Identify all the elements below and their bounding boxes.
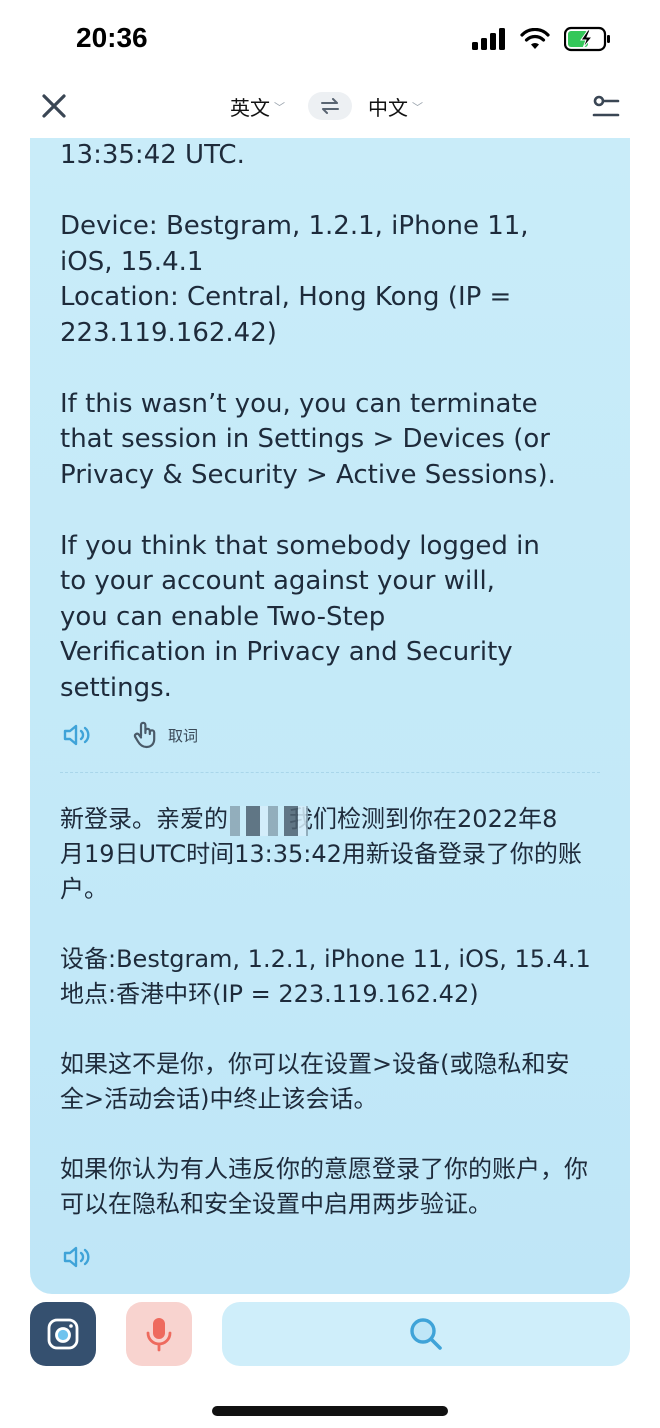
swap-icon	[321, 98, 339, 114]
settings-icon	[592, 95, 620, 117]
divider	[60, 772, 600, 773]
chevron-down-icon: ﹀	[412, 100, 423, 114]
camera-icon	[47, 1318, 79, 1350]
speaker-icon	[63, 1246, 90, 1268]
camera-button[interactable]	[30, 1302, 96, 1366]
settings-button[interactable]	[592, 92, 620, 120]
translation-card: 13:35:42 UTC. Device: Bestgram, 1.2.1, i…	[30, 138, 630, 1294]
home-indicator	[212, 1406, 448, 1416]
wifi-icon	[520, 28, 550, 49]
close-icon	[42, 94, 66, 118]
play-source-button[interactable]	[62, 722, 92, 748]
source-language-select[interactable]: 英文 ﹀	[230, 92, 285, 121]
source-actions: 取词	[62, 720, 198, 750]
swap-language-button[interactable]	[308, 92, 352, 120]
status-time: 20:36	[76, 22, 148, 53]
battery-charging-icon	[564, 26, 610, 52]
redacted-name-mosaic	[230, 806, 308, 836]
source-text: 13:35:42 UTC. Device: Bestgram, 1.2.1, i…	[60, 140, 556, 703]
status-bar: 20:36	[0, 0, 660, 80]
status-icons	[472, 26, 612, 52]
speaker-icon	[63, 724, 90, 746]
nav-bar: 英文 ﹀ 中文 ﹀	[0, 80, 660, 136]
signal-icon	[472, 28, 505, 50]
hand-pointer-icon	[133, 721, 156, 749]
search-icon	[410, 1318, 442, 1350]
chevron-down-icon: ﹀	[274, 100, 285, 114]
target-language-select[interactable]: 中文 ﹀	[368, 92, 423, 121]
pick-word-button[interactable]: 取词	[130, 720, 198, 750]
microphone-button[interactable]	[126, 1302, 192, 1366]
source-language-label: 英文	[230, 96, 270, 120]
close-button[interactable]	[38, 90, 70, 122]
microphone-icon	[146, 1318, 172, 1352]
translated-text: 新登录。亲爱的 我们检测到你在2022年8 月19日UTC时间13:35:42用…	[60, 805, 591, 1218]
target-language-label: 中文	[368, 96, 408, 120]
search-button[interactable]	[222, 1302, 630, 1366]
play-translation-button[interactable]	[62, 1244, 92, 1270]
pick-word-label: 取词	[168, 726, 199, 745]
